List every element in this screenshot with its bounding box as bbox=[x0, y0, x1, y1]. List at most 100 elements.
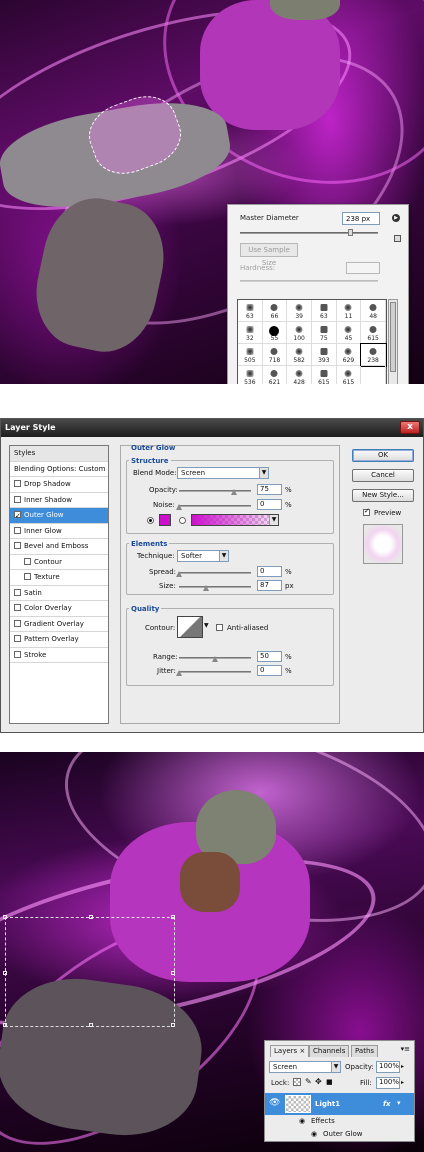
lock-brush-icon[interactable]: ✎ bbox=[305, 1077, 312, 1086]
noise-slider-track[interactable] bbox=[179, 505, 251, 507]
style-checkbox[interactable] bbox=[14, 635, 21, 642]
transform-handle[interactable] bbox=[3, 915, 7, 919]
style-checkbox[interactable] bbox=[14, 542, 21, 549]
tab-paths[interactable]: Paths bbox=[351, 1045, 379, 1057]
transform-handle[interactable] bbox=[3, 1023, 7, 1027]
transform-handle[interactable] bbox=[89, 915, 93, 919]
style-checkbox[interactable] bbox=[14, 588, 21, 596]
style-checkbox[interactable] bbox=[14, 604, 21, 611]
cancel-button[interactable]: Cancel bbox=[352, 469, 414, 482]
hardness-slider-track[interactable] bbox=[240, 280, 378, 282]
brush-preset[interactable]: 55 bbox=[262, 322, 288, 344]
effects-row[interactable]: ◉ Effects bbox=[265, 1116, 414, 1128]
range-slider-knob[interactable] bbox=[212, 656, 218, 662]
size-input[interactable]: 87 bbox=[257, 580, 282, 591]
technique-select[interactable]: Softer ▼ bbox=[177, 550, 229, 562]
layer-name[interactable]: Light1 bbox=[315, 1100, 340, 1108]
tab-layers[interactable]: Layers × bbox=[270, 1045, 310, 1057]
noise-input[interactable]: 0 bbox=[257, 499, 282, 510]
panel-menu-icon[interactable]: ▾≡ bbox=[401, 1045, 410, 1053]
blend-mode-select[interactable]: Screen ▼ bbox=[177, 467, 269, 479]
close-button[interactable]: x bbox=[400, 421, 420, 434]
chevron-right-icon[interactable]: ▸ bbox=[401, 1079, 404, 1086]
use-sample-size-button[interactable]: Use Sample Size bbox=[240, 243, 298, 267]
transform-handle[interactable] bbox=[171, 915, 175, 919]
brush-preset[interactable]: 238 bbox=[360, 343, 387, 367]
preview-checkbox[interactable] bbox=[363, 507, 370, 516]
jitter-slider-track[interactable] bbox=[179, 671, 251, 673]
style-item-stroke[interactable]: Stroke bbox=[10, 648, 108, 663]
style-checkbox[interactable] bbox=[24, 557, 31, 565]
tab-channels[interactable]: Channels bbox=[309, 1045, 350, 1057]
style-item-satin[interactable]: Satin bbox=[10, 586, 108, 601]
brush-preset[interactable]: 75 bbox=[311, 322, 337, 344]
style-item-inner-shadow[interactable]: Inner Shadow bbox=[10, 493, 108, 508]
size-slider-track[interactable] bbox=[179, 586, 251, 588]
gradient-radio[interactable] bbox=[179, 517, 186, 524]
lock-all-icon[interactable]: ■ bbox=[326, 1078, 333, 1086]
style-item-contour[interactable]: Contour bbox=[10, 555, 108, 570]
style-item-color-overlay[interactable]: Color Overlay bbox=[10, 601, 108, 617]
brush-preset[interactable]: 39 bbox=[287, 300, 312, 322]
transform-handle[interactable] bbox=[89, 1023, 93, 1027]
brush-preset[interactable]: 718 bbox=[262, 344, 288, 366]
chevron-down-icon[interactable]: ▼ bbox=[269, 515, 278, 525]
styles-header[interactable]: Styles bbox=[10, 446, 108, 462]
opacity-slider-knob[interactable] bbox=[231, 489, 237, 495]
brush-preset[interactable]: 32 bbox=[238, 322, 263, 344]
fx-icon[interactable]: fx bbox=[383, 1100, 391, 1108]
noise-slider-knob[interactable] bbox=[176, 504, 182, 510]
brush-preset[interactable]: 63 bbox=[311, 300, 337, 322]
style-item-bevel-and-emboss[interactable]: Bevel and Emboss bbox=[10, 539, 108, 555]
opacity-input[interactable]: 75 bbox=[257, 484, 282, 495]
outer-glow-effect-row[interactable]: ◉ Outer Glow bbox=[265, 1129, 414, 1141]
style-item-drop-shadow[interactable]: Drop Shadow bbox=[10, 477, 108, 493]
style-checkbox[interactable] bbox=[14, 480, 21, 487]
brush-preset[interactable]: 11 bbox=[336, 300, 362, 322]
size-slider-knob[interactable] bbox=[203, 585, 209, 591]
brush-preset[interactable]: 615 bbox=[312, 366, 337, 384]
style-item-gradient-overlay[interactable]: Gradient Overlay bbox=[10, 617, 108, 632]
brush-preset[interactable]: 621 bbox=[263, 366, 288, 384]
brush-preset[interactable]: 63 bbox=[238, 300, 263, 322]
eye-icon[interactable]: 👁 bbox=[269, 1098, 280, 1108]
brush-preset[interactable]: 100 bbox=[287, 322, 312, 344]
transform-selection-box[interactable] bbox=[3, 915, 175, 1027]
style-item-blending-options-custom[interactable]: Blending Options: Custom bbox=[10, 462, 108, 477]
spread-slider-track[interactable] bbox=[179, 572, 251, 574]
new-style-button[interactable]: New Style... bbox=[352, 489, 414, 502]
brush-preset[interactable]: 66 bbox=[262, 300, 288, 322]
style-checkbox[interactable] bbox=[14, 619, 21, 627]
panel-menu-icon[interactable]: ▶ bbox=[392, 214, 400, 222]
style-item-inner-glow[interactable]: Inner Glow bbox=[10, 524, 108, 539]
brush-preset[interactable]: 615 bbox=[337, 366, 362, 384]
spread-input[interactable]: 0 bbox=[257, 566, 282, 577]
opacity-slider-track[interactable] bbox=[179, 490, 251, 492]
brush-grid-scrollbar[interactable] bbox=[388, 299, 398, 384]
hardness-input[interactable] bbox=[346, 262, 380, 274]
glow-color-swatch[interactable] bbox=[159, 514, 171, 526]
jitter-input[interactable]: 0 bbox=[257, 665, 282, 676]
brush-preset[interactable]: 629 bbox=[336, 344, 362, 366]
style-checkbox[interactable] bbox=[24, 573, 31, 580]
chevron-down-icon[interactable]: ▾ bbox=[397, 1099, 401, 1107]
transform-handle[interactable] bbox=[3, 971, 7, 975]
diameter-slider-knob[interactable] bbox=[348, 229, 354, 236]
jitter-slider-knob[interactable] bbox=[176, 670, 182, 676]
lock-move-icon[interactable]: ✥ bbox=[315, 1077, 322, 1086]
brush-preset[interactable]: 428 bbox=[287, 366, 312, 384]
master-diameter-input[interactable]: 238 px bbox=[342, 212, 380, 225]
lock-transparent-icon[interactable] bbox=[293, 1078, 303, 1087]
style-item-outer-glow[interactable]: Outer Glow bbox=[10, 508, 108, 524]
contour-picker[interactable] bbox=[177, 616, 203, 638]
layer-blend-mode-select[interactable]: Screen ▼ bbox=[269, 1061, 341, 1073]
solid-color-radio[interactable] bbox=[147, 517, 154, 524]
chevron-right-icon[interactable]: ▸ bbox=[401, 1063, 404, 1070]
brush-preset[interactable]: 45 bbox=[336, 322, 362, 344]
brush-preset[interactable]: 48 bbox=[361, 300, 386, 322]
chevron-down-icon[interactable]: ▼ bbox=[204, 622, 209, 629]
gradient-picker[interactable]: ▼ bbox=[191, 514, 279, 526]
layer-row-light1[interactable]: 👁 Light1 fx ▾ bbox=[265, 1093, 414, 1115]
style-checkbox[interactable] bbox=[14, 495, 21, 503]
brush-preset[interactable] bbox=[361, 366, 386, 384]
